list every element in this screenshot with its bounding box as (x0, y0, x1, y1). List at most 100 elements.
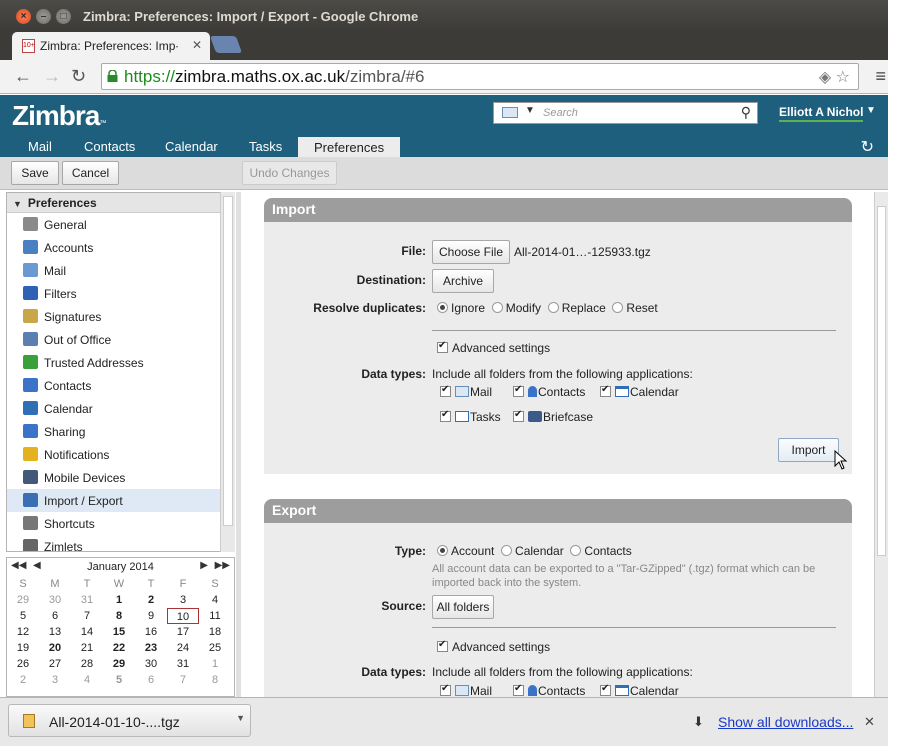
sidebar-item-contacts[interactable]: Contacts (7, 374, 234, 397)
tab-calendar[interactable]: Calendar (165, 139, 218, 154)
sidebar-item-accounts[interactable]: Accounts (7, 236, 234, 259)
tab-close-icon[interactable]: ✕ (192, 38, 202, 52)
radio-ignore[interactable]: Ignore (437, 301, 485, 315)
checkbox-mail[interactable]: Mail (440, 384, 492, 399)
forward-icon[interactable]: → (43, 66, 61, 87)
main-scrollbar[interactable] (874, 192, 888, 697)
calendar-day[interactable]: 27 (39, 656, 71, 672)
calendar-day[interactable]: 26 (7, 656, 39, 672)
radio-contacts[interactable]: Contacts (570, 544, 632, 558)
tab-contacts[interactable]: Contacts (84, 139, 135, 154)
calendar-day[interactable]: 29 (103, 656, 135, 672)
calendar-day[interactable]: 11 (199, 608, 231, 624)
sidebar-item-import-export[interactable]: Import / Export (7, 489, 234, 512)
calendar-day[interactable]: 12 (7, 624, 39, 640)
calendar-day[interactable]: 7 (167, 672, 199, 688)
radio-calendar[interactable]: Calendar (501, 544, 564, 558)
calendar-day[interactable]: 30 (135, 656, 167, 672)
calendar-day[interactable]: 2 (135, 592, 167, 608)
choose-file-button[interactable]: Choose File (432, 240, 510, 264)
prev-year-icon[interactable]: ◀◀ (11, 560, 26, 571)
calendar-day[interactable]: 22 (103, 640, 135, 656)
calendar-day[interactable]: 30 (39, 592, 71, 608)
sidebar-item-sharing[interactable]: Sharing (7, 420, 234, 443)
window-maximize-icon[interactable]: □ (56, 9, 71, 24)
undo-changes-button[interactable]: Undo Changes (242, 161, 337, 185)
sidebar-item-signatures[interactable]: Signatures (7, 305, 234, 328)
sidebar-item-mail[interactable]: Mail (7, 259, 234, 282)
sidebar-item-zimlets[interactable]: Zimlets (7, 535, 234, 551)
sidebar-scroll-thumb[interactable] (223, 196, 233, 526)
menu-icon[interactable]: ≡ (875, 66, 886, 87)
new-tab-button[interactable] (209, 36, 243, 53)
chevron-down-icon[interactable]: ▼ (866, 105, 876, 116)
search-input[interactable]: Search (543, 107, 578, 119)
radio-modify[interactable]: Modify (491, 301, 541, 315)
panel-splitter[interactable] (236, 192, 241, 697)
calendar-day[interactable]: 1 (199, 656, 231, 672)
calendar-day[interactable]: 16 (135, 624, 167, 640)
search-box[interactable]: ▼ Search ⚲ (493, 102, 758, 124)
window-close-icon[interactable]: × (16, 9, 31, 24)
reload-icon[interactable]: ↻ (71, 66, 86, 87)
window-minimize-icon[interactable]: – (36, 9, 51, 24)
tab-tasks[interactable]: Tasks (249, 139, 282, 154)
refresh-icon[interactable]: ↻ (861, 137, 874, 157)
radio-reset[interactable]: Reset (612, 301, 658, 315)
tab-preferences[interactable]: Preferences (298, 137, 401, 157)
export-checkbox-contacts[interactable]: Contacts (513, 683, 585, 697)
import-button[interactable]: Import (778, 438, 839, 462)
next-month-icon[interactable]: ▶ (200, 560, 208, 571)
calendar-day[interactable]: 8 (199, 672, 231, 688)
calendar-day[interactable]: 9 (135, 608, 167, 624)
calendar-day[interactable]: 6 (39, 608, 71, 624)
browser-tab[interactable]: 10+ Zimbra: Preferences: Imp∙ ✕ (12, 32, 210, 60)
sidebar-item-mobile-devices[interactable]: Mobile Devices (7, 466, 234, 489)
calendar-day[interactable]: 5 (7, 608, 39, 624)
calendar-day[interactable]: 18 (199, 624, 231, 640)
sidebar-item-general[interactable]: General (7, 213, 234, 236)
calendar-day[interactable]: 31 (167, 656, 199, 672)
sidebar-item-shortcuts[interactable]: Shortcuts (7, 512, 234, 535)
checkbox-tasks[interactable]: Tasks (440, 409, 501, 424)
calendar-day[interactable]: 4 (199, 592, 231, 608)
calendar-day[interactable]: 19 (7, 640, 39, 656)
checkbox-briefcase[interactable]: Briefcase (513, 409, 593, 424)
calendar-day[interactable]: 8 (103, 608, 135, 624)
calendar-day[interactable]: 6 (135, 672, 167, 688)
chevron-down-icon[interactable]: ▼ (525, 105, 535, 116)
calendar-day[interactable]: 31 (71, 592, 103, 608)
calendar-day[interactable]: 20 (39, 640, 71, 656)
main-scroll-thumb[interactable] (877, 206, 886, 556)
calendar-day[interactable]: 5 (103, 672, 135, 688)
search-icon[interactable]: ⚲ (741, 104, 751, 121)
calendar-day[interactable]: 3 (39, 672, 71, 688)
save-button[interactable]: Save (11, 161, 59, 185)
sidebar-item-notifications[interactable]: Notifications (7, 443, 234, 466)
radio-account[interactable]: Account (437, 544, 494, 558)
next-year-icon[interactable]: ▶▶ (215, 560, 230, 571)
sidebar-item-out-of-office[interactable]: Out of Office (7, 328, 234, 351)
source-button[interactable]: All folders (432, 595, 494, 619)
calendar-day[interactable]: 17 (167, 624, 199, 640)
export-checkbox-mail[interactable]: Mail (440, 683, 492, 697)
calendar-day[interactable]: 24 (167, 640, 199, 656)
sidebar-item-trusted-addresses[interactable]: Trusted Addresses (7, 351, 234, 374)
sidebar-item-filters[interactable]: Filters (7, 282, 234, 305)
calendar-day[interactable]: 7 (71, 608, 103, 624)
download-item[interactable]: All-2014-01-10-....tgz ▼ (8, 704, 251, 737)
export-advanced-settings-checkbox[interactable]: Advanced settings (437, 639, 550, 654)
export-checkbox-calendar[interactable]: Calendar (600, 683, 679, 697)
star-icon[interactable]: ◈ ☆ (819, 67, 850, 87)
calendar-day[interactable]: 15 (103, 624, 135, 640)
sidebar-item-calendar[interactable]: Calendar (7, 397, 234, 420)
calendar-day[interactable]: 2 (7, 672, 39, 688)
calendar-day[interactable]: 1 (103, 592, 135, 608)
zimbra-logo[interactable]: Zimbra™ (12, 100, 106, 132)
sidebar-scrollbar[interactable] (220, 192, 235, 552)
radio-replace[interactable]: Replace (547, 301, 606, 315)
mail-search-type-icon[interactable] (502, 107, 518, 118)
destination-button[interactable]: Archive (432, 269, 494, 293)
calendar-day[interactable]: 28 (71, 656, 103, 672)
calendar-day[interactable]: 21 (71, 640, 103, 656)
